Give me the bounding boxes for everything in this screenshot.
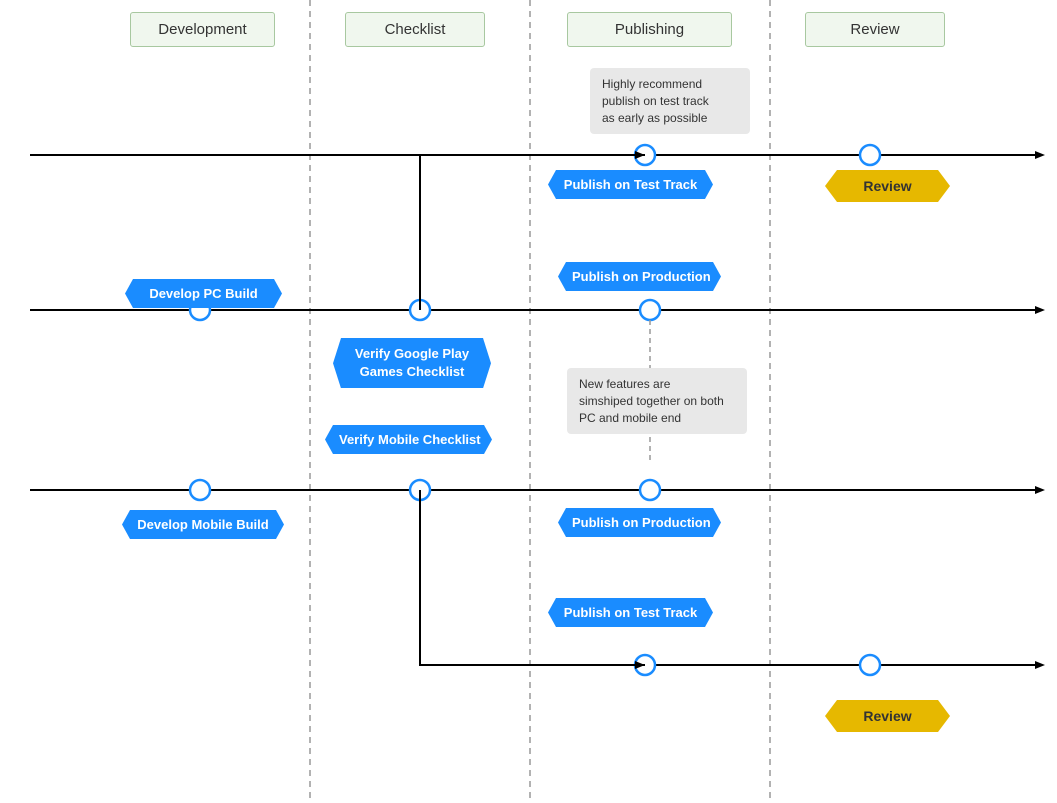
verify-mobile-checklist: Verify Mobile Checklist: [325, 425, 492, 454]
publish-production-top: Publish on Production: [558, 262, 721, 291]
note-simship: New features aresimshiped together on bo…: [567, 368, 747, 434]
diagram: Development Checklist Publishing Review …: [0, 0, 1057, 803]
phase-checklist: Checklist: [345, 12, 485, 47]
publish-production-bot: Publish on Production: [558, 508, 721, 537]
verify-google-play: Verify Google PlayGames Checklist: [333, 338, 491, 388]
phase-review: Review: [805, 12, 945, 47]
review-badge-top: Review: [825, 170, 950, 202]
note-test-track: Highly recommendpublish on test trackas …: [590, 68, 750, 134]
publish-test-track-top: Publish on Test Track: [548, 170, 713, 199]
phase-development: Development: [130, 12, 275, 47]
review-badge-bot: Review: [825, 700, 950, 732]
develop-mobile-build: Develop Mobile Build: [122, 510, 284, 539]
publish-test-track-bot: Publish on Test Track: [548, 598, 713, 627]
phase-publishing: Publishing: [567, 12, 732, 47]
develop-pc-build: Develop PC Build: [125, 279, 282, 308]
flow-diagram: [0, 0, 1057, 803]
